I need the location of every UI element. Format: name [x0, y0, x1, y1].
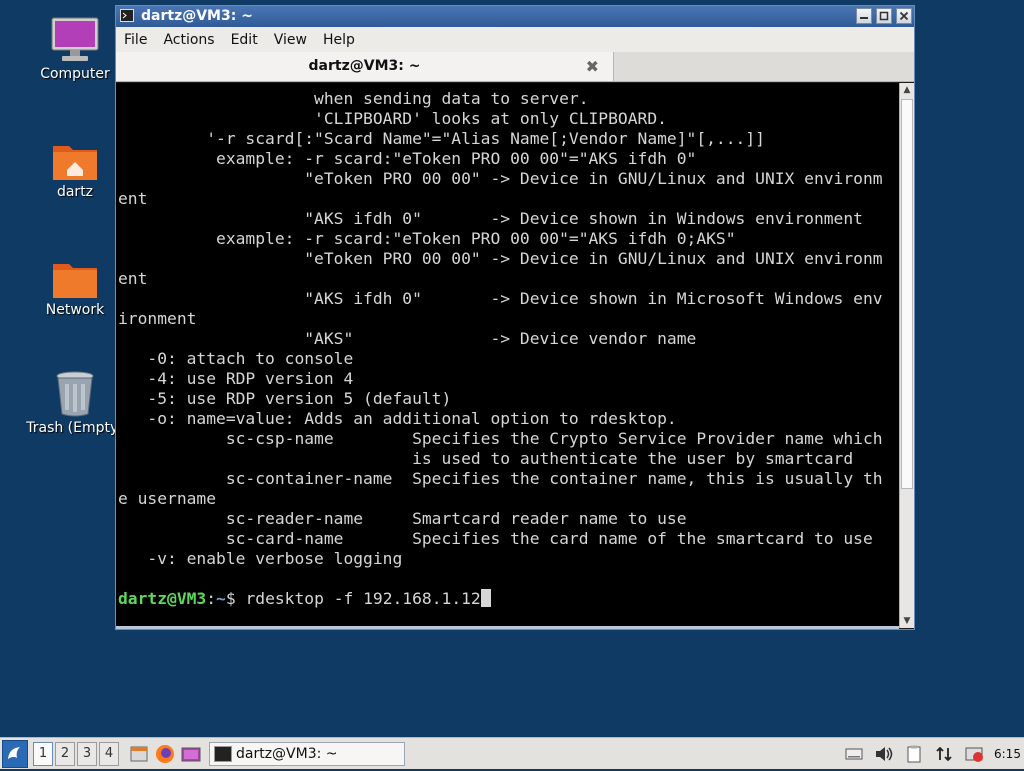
tab-close-icon[interactable]: ✖ [586, 52, 599, 81]
computer-icon [51, 17, 99, 61]
media-player-icon[interactable] [181, 744, 201, 764]
desktop-icon-network[interactable]: Network [25, 258, 125, 318]
terminal-line: is used to authenticate the user by smar… [118, 449, 854, 468]
scroll-down-icon[interactable]: ▼ [900, 614, 914, 628]
terminal-line: "AKS ifdh 0" -> Device shown in Windows … [118, 209, 863, 228]
prompt-user: dartz@VM3 [118, 589, 207, 608]
desktop-icon-label: dartz [56, 184, 94, 200]
title-bar[interactable]: dartz@VM3: ~ [116, 6, 914, 27]
terminal-line: 'CLIPBOARD' looks at only CLIPBOARD. [118, 109, 667, 128]
scroll-up-icon[interactable]: ▲ [900, 83, 914, 97]
desktop-icon-trash[interactable]: Trash (Empty) [25, 370, 125, 436]
workspace-3[interactable]: 3 [77, 741, 97, 766]
terminal-text: when sending data to server. 'CLIPBOARD'… [118, 89, 883, 609]
firefox-icon[interactable] [155, 744, 175, 764]
maximize-icon [879, 11, 889, 21]
desktop-icon-label: Computer [40, 66, 110, 82]
terminal-line: -o: name=value: Adds an additional optio… [118, 409, 677, 428]
taskbar-item-terminal[interactable]: dartz@VM3: ~ [209, 741, 405, 766]
terminal-line: example: -r scard:"eToken PRO 00 00"="AK… [118, 229, 736, 248]
menu-view[interactable]: View [266, 32, 315, 48]
horizontal-scrollbar[interactable] [116, 626, 899, 629]
menu-actions[interactable]: Actions [155, 32, 222, 48]
tab-terminal[interactable]: dartz@VM3: ~ ✖ [116, 52, 614, 81]
terminal-line: -v: enable verbose logging [118, 549, 403, 568]
terminal-line: e username [118, 489, 217, 508]
terminal-line: ent [118, 189, 148, 208]
desktop-icon-label: Network [45, 302, 105, 318]
file-manager-icon[interactable] [129, 744, 149, 764]
terminal-line: ent [118, 269, 148, 288]
network-folder-icon [53, 264, 97, 298]
close-icon [899, 11, 909, 21]
scrollbar-thumb[interactable] [901, 99, 913, 489]
terminal-line: when sending data to server. [118, 89, 589, 108]
prompt-path: ~ [216, 589, 226, 608]
updates-icon[interactable] [964, 744, 984, 764]
terminal-line: example: -r scard:"eToken PRO 00 00"="AK… [118, 149, 697, 168]
terminal-line: sc-card-name Specifies the card name of … [118, 529, 873, 548]
terminal-line: -0: attach to console [118, 349, 354, 368]
minimize-icon [860, 17, 868, 19]
terminal-line: -4: use RDP version 4 [118, 369, 354, 388]
terminal-line: sc-container-name Specifies the containe… [118, 469, 883, 488]
trash-icon [56, 371, 94, 417]
tab-bar: dartz@VM3: ~ ✖ [116, 52, 914, 82]
terminal-icon [214, 745, 232, 762]
vertical-scrollbar[interactable]: ▲ ▼ [899, 83, 914, 628]
window-controls [856, 8, 912, 24]
taskbar: 1 2 3 4 dartz@VM3: ~ 6:15 [0, 737, 1024, 769]
menu-bar: File Actions Edit View Help [116, 27, 914, 52]
text-cursor [480, 589, 491, 607]
terminal-prompt-line: dartz@VM3:~$ rdesktop -f 192.168.1.12 [118, 589, 883, 609]
maximize-button[interactable] [876, 8, 892, 24]
menu-file[interactable]: File [116, 32, 155, 48]
terminal-icon [120, 9, 134, 22]
menu-help[interactable]: Help [315, 32, 363, 48]
terminal-line: sc-csp-name Specifies the Crypto Service… [118, 429, 883, 448]
terminal-line: "AKS ifdh 0" -> Device shown in Microsof… [118, 289, 883, 308]
terminal-line: "eToken PRO 00 00" -> Device in GNU/Linu… [118, 169, 883, 188]
network-transfer-icon[interactable] [934, 744, 954, 764]
desktop-icon-home[interactable]: dartz [25, 140, 125, 200]
workspace-1[interactable]: 1 [33, 741, 53, 766]
terminal-line: "eToken PRO 00 00" -> Device in GNU/Linu… [118, 249, 883, 268]
terminal-window: dartz@VM3: ~ File Actions Edit View Help… [115, 5, 915, 630]
prompt-separator: : [206, 589, 217, 608]
tab-label: dartz@VM3: ~ [308, 58, 421, 74]
terminal-line: sc-reader-name Smartcard reader name to … [118, 509, 687, 528]
desktop-icon-label: Trash (Empty) [26, 420, 124, 436]
command-input[interactable]: rdesktop -f 192.168.1.12 [245, 589, 480, 608]
removable-drive-icon[interactable] [844, 744, 864, 764]
home-folder-icon [53, 146, 97, 180]
volume-icon[interactable] [874, 744, 894, 764]
terminal-output[interactable]: when sending data to server. 'CLIPBOARD'… [116, 83, 900, 628]
terminal-line: -5: use RDP version 5 (default) [118, 389, 452, 408]
workspace-2[interactable]: 2 [55, 741, 75, 766]
app-menu-icon [8, 746, 20, 759]
close-button[interactable] [896, 8, 912, 24]
terminal-line: ironment [118, 309, 197, 328]
taskbar-item-label: dartz@VM3: ~ [236, 745, 338, 762]
clock[interactable]: 6:15 [994, 747, 1020, 761]
menu-edit[interactable]: Edit [223, 32, 266, 48]
workspace-4[interactable]: 4 [99, 741, 119, 766]
terminal-line: "AKS" -> Device vendor name [118, 329, 697, 348]
desktop-icon-computer[interactable]: Computer [25, 16, 125, 82]
start-menu-button[interactable] [2, 739, 28, 768]
terminal-line: '-r scard[:"Scard Name"="Alias Name[;Ven… [118, 129, 765, 148]
clipboard-icon[interactable] [904, 744, 924, 764]
window-title: dartz@VM3: ~ [141, 8, 253, 24]
system-tray: 6:15 [844, 738, 1024, 769]
minimize-button[interactable] [856, 8, 872, 24]
prompt-dollar: $ [225, 589, 246, 608]
